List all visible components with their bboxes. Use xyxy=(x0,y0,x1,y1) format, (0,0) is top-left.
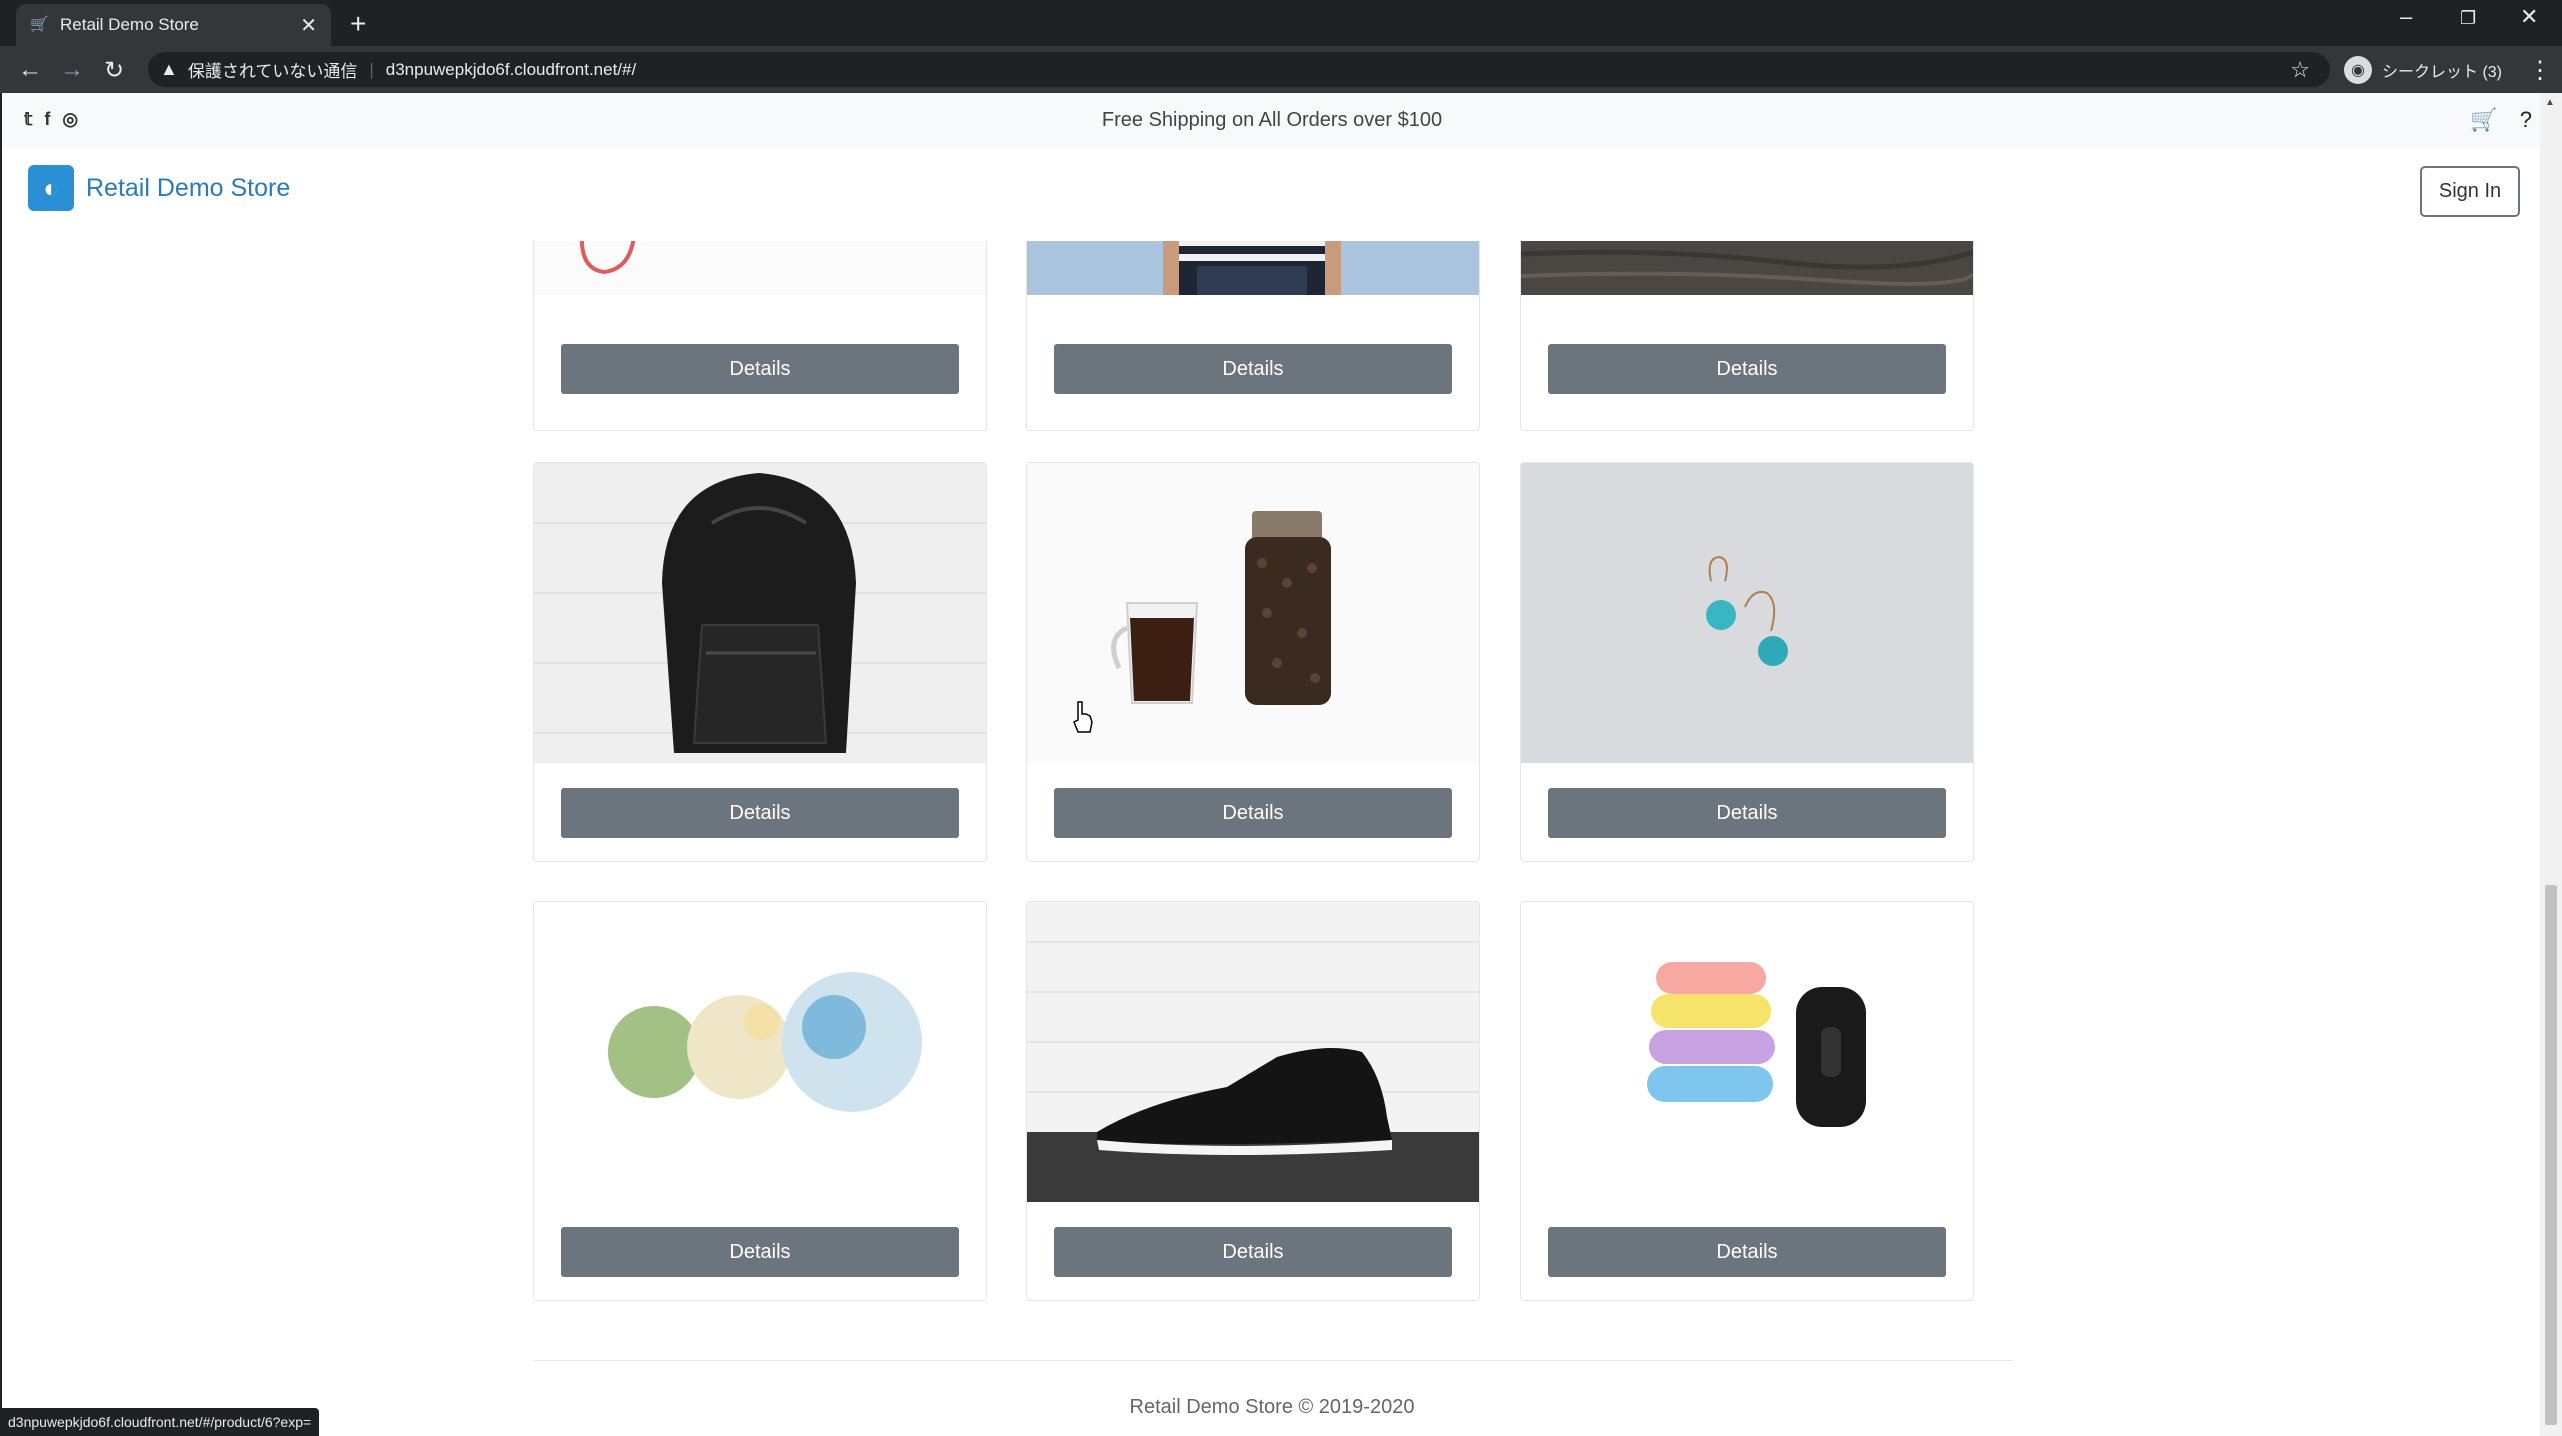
site-header: ◐ Retail Demo Store Sign In xyxy=(2,148,2540,241)
details-button[interactable]: Details xyxy=(1548,1227,1946,1277)
details-button[interactable]: Details xyxy=(561,788,959,838)
details-button[interactable]: Details xyxy=(561,1227,959,1277)
details-button[interactable]: Details xyxy=(1548,788,1946,838)
restore-icon[interactable]: ❐ xyxy=(2460,8,2476,29)
facebook-icon[interactable]: f xyxy=(44,109,50,130)
product-card: Details xyxy=(1520,462,1974,862)
promo-bar: 𝕥 f ◎ Free Shipping on All Orders over $… xyxy=(2,93,2540,148)
security-warning: 保護されていない通信 xyxy=(187,62,358,81)
backpack-image xyxy=(534,463,986,763)
help-icon[interactable]: ? xyxy=(2520,107,2532,133)
product-grid: Details Details Details Details Details … xyxy=(2,93,2540,1436)
product-card: Details xyxy=(1520,901,1974,1301)
details-button[interactable]: Details xyxy=(1054,788,1452,838)
product-card: Details xyxy=(533,462,987,862)
tab-title: Retail Demo Store xyxy=(60,15,199,34)
browser-toolbar: ← → ↻ ▲ 保護されていない通信 | d3npuwepkjdo6f.clou… xyxy=(0,46,2562,93)
close-tab-icon[interactable]: ✕ xyxy=(300,13,317,38)
page-scrollbar[interactable]: ▲ xyxy=(2540,93,2562,1436)
details-button[interactable]: Details xyxy=(1054,1227,1452,1277)
footer-divider xyxy=(533,1360,2013,1361)
cart-icon: 🛒 xyxy=(30,16,49,33)
product-card: Details xyxy=(533,901,987,1301)
incognito-indicator[interactable]: ◉ シークレット (3) xyxy=(2344,52,2502,87)
twitter-icon[interactable]: 𝕥 xyxy=(24,109,32,130)
product-image[interactable] xyxy=(1521,902,1973,1202)
new-tab-button[interactable]: + xyxy=(350,8,366,40)
product-image[interactable] xyxy=(1027,902,1479,1202)
forward-icon[interactable]: → xyxy=(60,56,84,84)
coffee-image xyxy=(1027,463,1479,763)
incognito-icon: ◉ xyxy=(2344,55,2372,84)
warning-icon: ▲ xyxy=(160,59,178,79)
product-card: Details xyxy=(1026,901,1480,1301)
status-url: d3npuwepkjdo6f.cloudfront.net/#/product/… xyxy=(0,1408,320,1436)
minimize-icon[interactable]: – xyxy=(2400,4,2412,30)
bookmark-star-icon[interactable]: ☆ xyxy=(2290,57,2310,83)
sneaker-image xyxy=(1027,902,1479,1202)
footer-copyright: Retail Demo Store © 2019-2020 xyxy=(1129,1396,1415,1418)
product-image[interactable] xyxy=(1521,463,1973,763)
browser-tab-bar: 🛒 Retail Demo Store ✕ + – ❐ ✕ xyxy=(0,0,2562,46)
fitness-bands-image xyxy=(1521,902,1973,1202)
promo-text: Free Shipping on All Orders over $100 xyxy=(1101,109,1443,131)
product-image[interactable] xyxy=(534,902,986,1202)
hand-cursor-icon xyxy=(1073,701,1093,733)
details-button[interactable]: Details xyxy=(561,344,959,394)
details-button[interactable]: Details xyxy=(1054,344,1452,394)
brand-name: Retail Demo Store xyxy=(86,173,291,202)
product-card: Details xyxy=(1026,462,1480,862)
reload-icon[interactable]: ↻ xyxy=(104,56,124,85)
sign-in-button[interactable]: Sign In xyxy=(2420,166,2520,217)
scroll-up-icon[interactable]: ▲ xyxy=(2545,97,2555,108)
details-button[interactable]: Details xyxy=(1548,344,1946,394)
cart-icon[interactable]: 🛒 xyxy=(2470,107,2497,133)
scrollbar-thumb[interactable] xyxy=(2545,885,2557,1425)
earrings-image xyxy=(1521,463,1973,763)
social-links: 𝕥 f ◎ xyxy=(24,109,78,130)
instagram-icon[interactable]: ◎ xyxy=(62,109,78,130)
close-window-icon[interactable]: ✕ xyxy=(2520,4,2538,30)
url-text[interactable]: d3npuwepkjdo6f.cloudfront.net/#/ xyxy=(386,60,636,80)
back-icon[interactable]: ← xyxy=(18,56,42,84)
store-logo-icon: ◐ xyxy=(28,165,74,211)
product-image[interactable] xyxy=(1027,463,1479,763)
incognito-label: シークレット (3) xyxy=(2382,63,2503,81)
web-page: Details Details Details Details Details … xyxy=(0,93,2540,1436)
browser-tab[interactable]: 🛒 Retail Demo Store ✕ xyxy=(16,4,331,46)
bath-bombs-image xyxy=(534,902,986,1202)
omnibox-divider: | xyxy=(369,59,374,79)
brand-link[interactable]: ◐ Retail Demo Store xyxy=(28,165,290,211)
product-image[interactable] xyxy=(534,463,986,763)
browser-menu-icon[interactable]: ⋮ xyxy=(2528,56,2552,85)
address-bar[interactable]: ▲ 保護されていない通信 | d3npuwepkjdo6f.cloudfront… xyxy=(148,52,2330,87)
promo-actions: 🛒 ? xyxy=(2470,107,2532,133)
